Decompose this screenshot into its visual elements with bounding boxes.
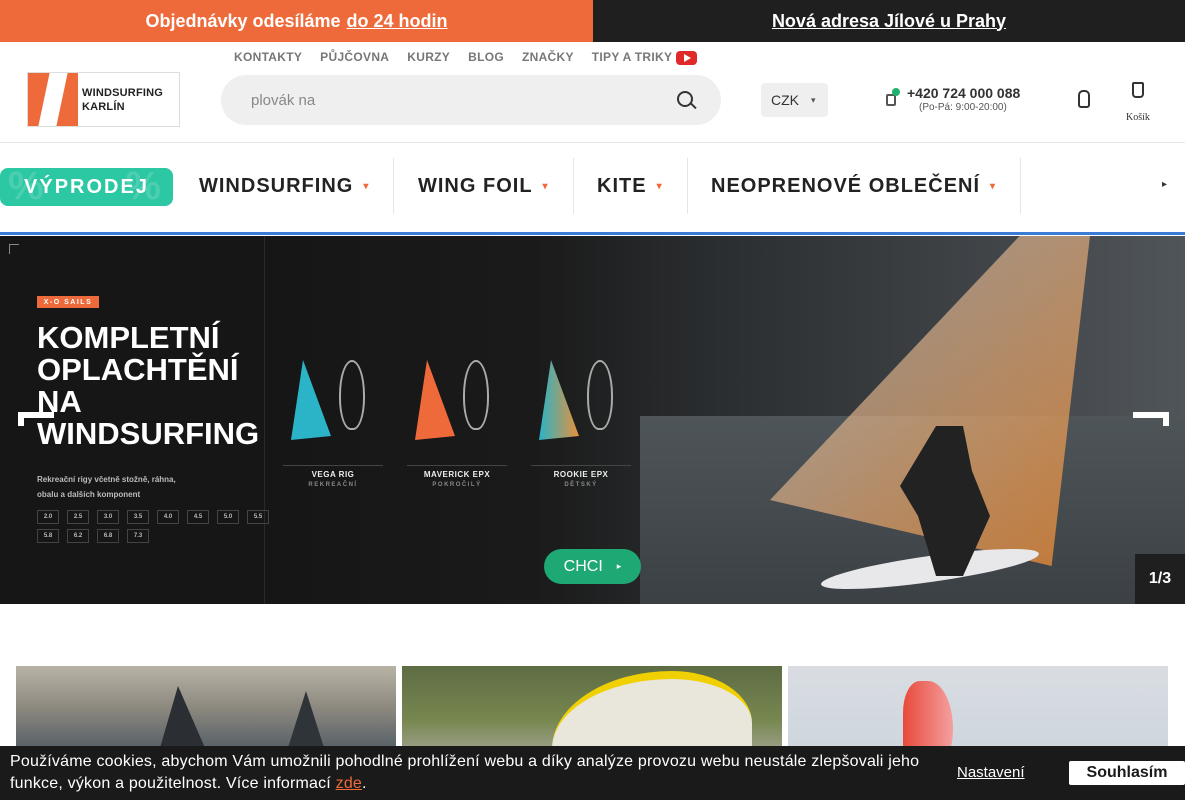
size-chip: 3.5 — [127, 510, 149, 524]
size-chip: 5.0 — [217, 510, 239, 524]
rig-level: POKROČILÝ — [432, 482, 482, 488]
youtube-icon — [676, 50, 698, 65]
slide-counter: 1/3 — [1135, 554, 1185, 604]
topnav-contacts[interactable]: KONTAKTY — [234, 50, 302, 64]
new-address-link[interactable]: Nová adresa Jílové u Prahy — [593, 0, 1185, 42]
currency-value: CZK — [771, 92, 799, 108]
cta-label: CHCI — [563, 557, 603, 575]
rig-name: MAVERICK EPX — [423, 470, 491, 479]
logo-text: WINDSURFING KARLÍN — [78, 86, 163, 114]
search-input[interactable] — [251, 75, 651, 125]
topnav-brands[interactable]: ZNAČKY — [522, 50, 574, 64]
cookie-more-info-link[interactable]: zde — [336, 775, 362, 792]
hero-title: KOMPLETNÍ OPLACHTĚNÍ NA WINDSURFING — [37, 322, 277, 450]
slider-prev-arrow-icon[interactable] — [18, 412, 54, 426]
nav-wing-foil-label: WING FOIL — [418, 174, 533, 197]
rig-level: REKREAČNÍ — [308, 482, 358, 488]
hero-title-line: OPLACHTĚNÍ — [37, 352, 239, 387]
shipping-text: Objednávky odesíláme — [145, 10, 341, 31]
sail-image — [291, 360, 331, 440]
hero-title-line: KOMPLETNÍ — [37, 320, 220, 355]
boom-image — [339, 360, 365, 430]
nav-kite[interactable]: KITE ▾ — [597, 158, 688, 214]
brand-tag: X-O SAILS — [37, 296, 99, 308]
hero-subtitle-line: obalu a dalších komponent — [37, 490, 141, 499]
sale-button[interactable]: VÝPRODEJ — [0, 168, 173, 206]
user-account-icon[interactable] — [1078, 90, 1090, 108]
nav-wing-foil[interactable]: WING FOIL ▾ — [418, 158, 574, 214]
currency-selector[interactable]: CZK ▾ — [761, 83, 828, 117]
size-chip: 2.5 — [67, 510, 89, 524]
size-chip: 6.2 — [67, 529, 89, 543]
nav-neoprene-label: NEOPRENOVÉ OBLEČENÍ — [711, 174, 981, 197]
cookie-consent-bar: Používáme cookies, abychom Vám umožnili … — [0, 746, 1185, 800]
size-chip: 2.0 — [37, 510, 59, 524]
hero-slider: X-O SAILS KOMPLETNÍ OPLACHTĚNÍ NA WINDSU… — [0, 236, 1185, 604]
nav-windsurfing[interactable]: WINDSURFING ▾ — [199, 158, 395, 214]
logo-line-2: KARLÍN — [82, 100, 125, 113]
rig-rookie — [531, 356, 631, 466]
hero-subtitle-line: Rekreační rigy včetně stožně, ráhna, — [37, 475, 176, 484]
rig-name: VEGA RIG — [311, 470, 355, 479]
sail-image — [415, 360, 455, 440]
cookie-text: Používáme cookies, abychom Vám umožnili … — [10, 753, 920, 792]
phone-number[interactable]: +420 724 000 088 — [907, 85, 1020, 101]
nav-neoprene[interactable]: NEOPRENOVÉ OBLEČENÍ ▾ — [711, 158, 1022, 214]
hero-title-line: NA — [37, 384, 82, 419]
size-chip: 3.0 — [97, 510, 119, 524]
main-navigation: VÝPRODEJ WINDSURFING ▾ WING FOIL ▾ KITE … — [0, 143, 1185, 235]
rig-maverick — [407, 356, 507, 466]
boom-image — [463, 360, 489, 430]
shipping-highlight-link[interactable]: do 24 hodin — [347, 11, 448, 32]
search-icon[interactable] — [677, 91, 693, 107]
shipping-announcement[interactable]: Objednávky odesíláme do 24 hodin — [0, 0, 593, 42]
sail-image — [539, 360, 579, 440]
logo-mark-icon — [28, 73, 78, 126]
cookie-message: Používáme cookies, abychom Vám umožnili … — [10, 753, 920, 792]
cart-icon[interactable] — [1132, 82, 1144, 98]
hero-title-line: WINDSURFING — [37, 416, 260, 451]
topnav-blog[interactable]: BLOG — [468, 50, 504, 64]
cart-label[interactable]: Košík — [1126, 112, 1150, 123]
search-bar — [221, 75, 721, 125]
logo-line-1: WINDSURFING — [82, 86, 164, 99]
size-chip: 7.3 — [127, 529, 149, 543]
opening-hours: (Po-Pá: 9:00-20:00) — [919, 102, 1007, 113]
chevron-right-icon: ▸ — [616, 561, 622, 571]
cookie-settings-button[interactable]: Nastavení — [957, 764, 1025, 781]
chevron-down-icon: ▾ — [811, 94, 816, 105]
topnav-tips[interactable]: TIPY A TRIKY — [592, 50, 698, 65]
slider-next-arrow-icon[interactable] — [1133, 412, 1169, 426]
rig-name: ROOKIE EPX — [553, 470, 609, 479]
topnav-rental[interactable]: PŮJČOVNA — [320, 50, 389, 64]
size-chip: 4.0 — [157, 510, 179, 524]
site-logo[interactable]: WINDSURFING KARLÍN — [27, 72, 180, 127]
nav-more-icon[interactable]: ▸ — [1162, 179, 1167, 190]
rig-level: DĚTSKÝ — [564, 482, 598, 488]
announcement-bar: Objednávky odesíláme do 24 hodin Nová ad… — [0, 0, 1185, 42]
chevron-down-icon: ▾ — [542, 180, 549, 192]
cookie-accept-button[interactable]: Souhlasím — [1069, 761, 1185, 785]
hero-subtitle: Rekreační rigy včetně stožně, ráhna, oba… — [37, 472, 197, 502]
size-chip: 5.5 — [247, 510, 269, 524]
nav-windsurfing-label: WINDSURFING — [199, 174, 354, 197]
size-chip: 6.8 — [97, 529, 119, 543]
size-chip: 4.5 — [187, 510, 209, 524]
sail-sizes: 2.0 2.5 3.0 3.5 4.0 4.5 5.0 5.5 5.8 6.2 … — [37, 510, 272, 543]
topnav-courses[interactable]: KURZY — [407, 50, 450, 64]
nav-kite-label: KITE — [597, 174, 647, 197]
site-header: WINDSURFING KARLÍN KONTAKTY PŮJČOVNA KUR… — [0, 42, 1185, 143]
online-status-dot — [892, 88, 900, 96]
size-chip: 5.8 — [37, 529, 59, 543]
top-navigation: KONTAKTY PŮJČOVNA KURZY BLOG ZNAČKY TIPY… — [234, 50, 698, 65]
chevron-down-icon: ▾ — [990, 180, 997, 192]
rig-vega — [283, 356, 383, 466]
boom-image — [587, 360, 613, 430]
corner-mark-icon — [9, 244, 19, 254]
chevron-down-icon: ▾ — [363, 180, 370, 192]
topnav-tips-label: TIPY A TRIKY — [591, 50, 673, 64]
chevron-down-icon: ▾ — [656, 180, 663, 192]
hero-cta-button[interactable]: CHCI ▸ — [544, 549, 641, 584]
